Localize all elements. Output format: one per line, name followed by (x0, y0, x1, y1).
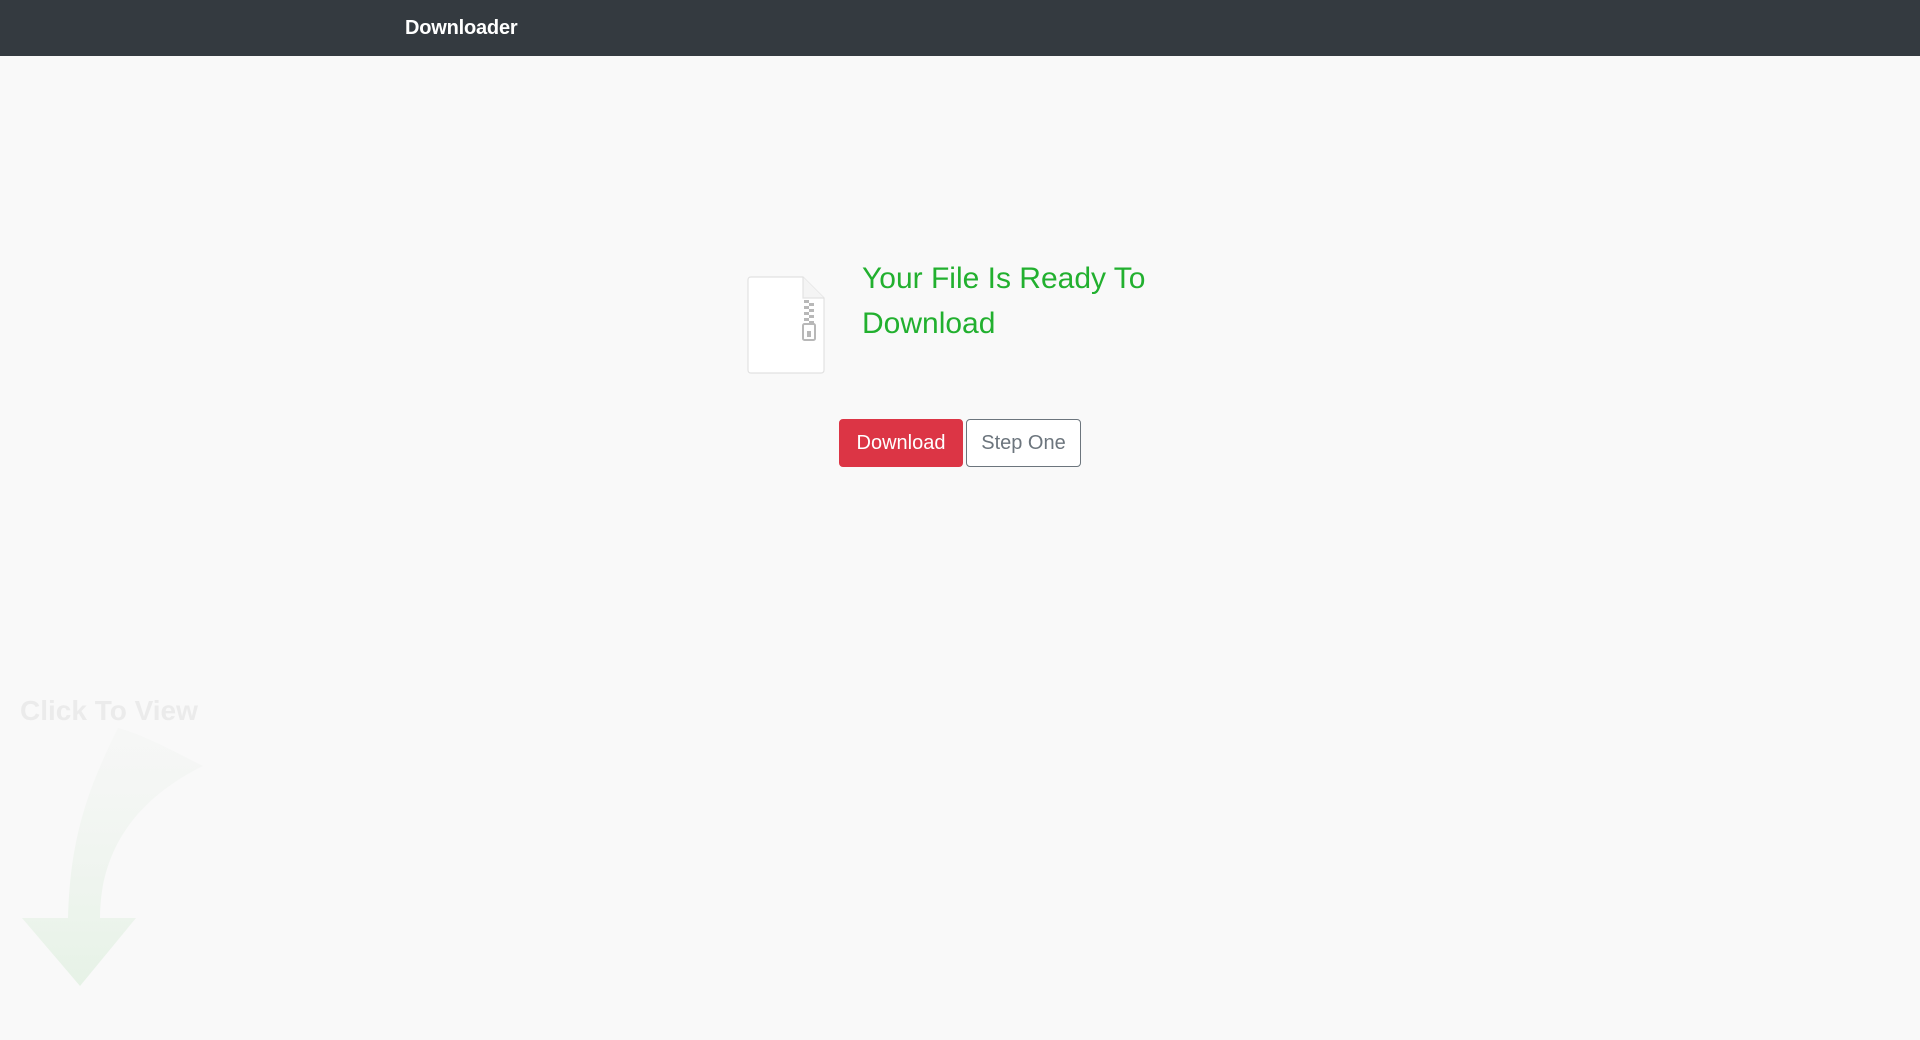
navbar: Downloader (0, 0, 1920, 56)
step-one-button[interactable]: Step One (966, 419, 1081, 467)
zip-file-icon (747, 276, 825, 374)
click-to-view-label[interactable]: Click To View (20, 694, 198, 728)
ready-headline: Your File Is Ready To Download (862, 262, 1146, 340)
curved-arrow-down-icon (22, 728, 203, 986)
brand-link[interactable]: Downloader (405, 15, 518, 41)
main-content: Your File Is Ready To Download Download … (0, 56, 1920, 1040)
download-button[interactable]: Download (839, 419, 963, 467)
